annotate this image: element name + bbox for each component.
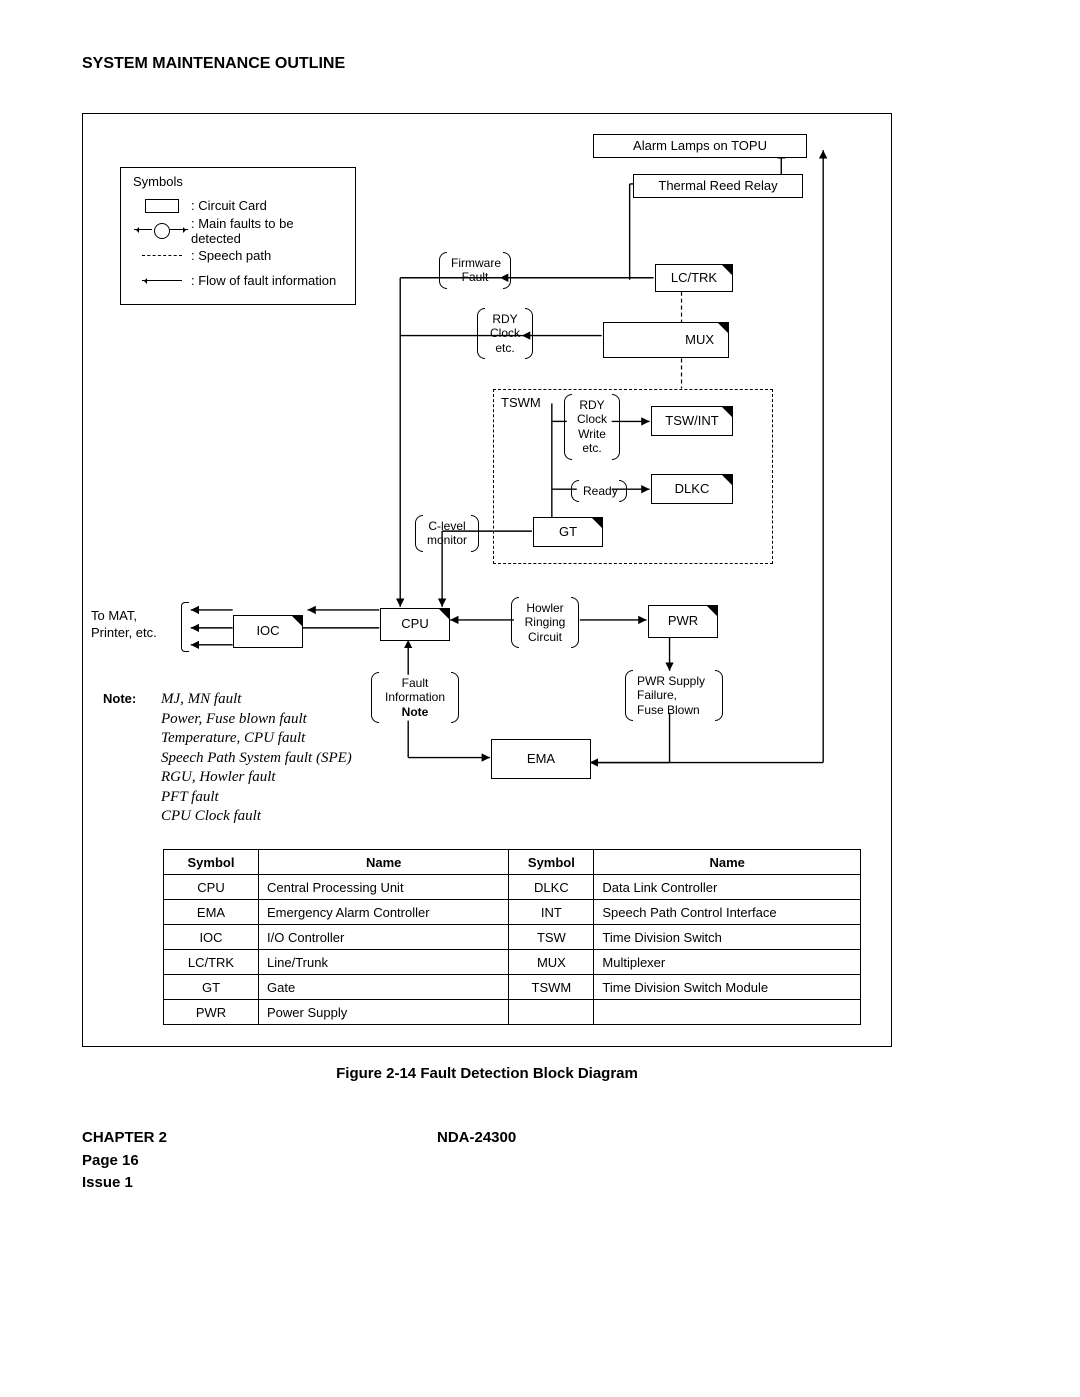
footer-page: Page 16 [82,1150,437,1173]
table-row: PWRPower Supply [164,1000,861,1025]
to-mat-label: To MAT, Printer, etc. [91,608,157,642]
table-cell: Central Processing Unit [259,875,509,900]
table-cell: IOC [164,925,259,950]
node-gt: GT [533,517,603,547]
table-cell: TSWM [509,975,594,1000]
th-symbol1: Symbol [164,850,259,875]
node-alarm-lamps: Alarm Lamps on TOPU [593,134,807,158]
table-cell: CPU [164,875,259,900]
arrow-icon [142,280,182,281]
legend-title: Symbols [133,174,347,189]
table-cell: LC/TRK [164,950,259,975]
legend-label: : Speech path [191,248,271,263]
legend-row-speech: : Speech path [133,243,347,268]
table-cell: INT [509,900,594,925]
table-cell: Time Division Switch Module [594,975,861,1000]
table-cell: I/O Controller [259,925,509,950]
table-cell: Multiplexer [594,950,861,975]
symbol-table: Symbol Name Symbol Name CPUCentral Proce… [163,849,861,1025]
legend-label: : Main faults to be detected [191,216,347,246]
footer-docnum: NDA-24300 [437,1127,516,1150]
table-cell: Time Division Switch [594,925,861,950]
footer-chapter: CHAPTER 2 [82,1127,437,1150]
th-name1: Name [259,850,509,875]
table-cell: Speech Path Control Interface [594,900,861,925]
node-cpu: CPU [380,608,450,641]
table-cell: Gate [259,975,509,1000]
table-header-row: Symbol Name Symbol Name [164,850,861,875]
table-row: EMAEmergency Alarm ControllerINTSpeech P… [164,900,861,925]
bubble-pwr-supply: PWR Supply Failure, Fuse Blown [631,672,717,719]
legend-box: Symbols : Circuit Card : Main faults to … [120,167,356,305]
table-cell: GT [164,975,259,1000]
table-cell: TSW [509,925,594,950]
bubble-rdy-clock-write: RDY Clock Write etc. [570,396,614,458]
node-tsw-int: TSW/INT [651,406,733,436]
page-header: SYSTEM MAINTENANCE OUTLINE [82,55,982,73]
legend-row-faults: : Main faults to be detected [133,218,347,243]
note-label: Note: [103,691,136,708]
table-cell: PWR [164,1000,259,1025]
bubble-howler: Howler Ringing Circuit [517,599,573,646]
note-body: MJ, MN fault Power, Fuse blown fault Tem… [161,690,352,827]
legend-row-flow: : Flow of fault information [133,268,347,293]
legend-row-card: : Circuit Card [133,193,347,218]
diagram-frame: Symbols : Circuit Card : Main faults to … [82,113,892,1047]
table-cell: Data Link Controller [594,875,861,900]
circle-arrows-icon [136,223,188,239]
figure-caption: Figure 2-14 Fault Detection Block Diagra… [82,1065,892,1082]
table-cell [594,1000,861,1025]
rect-icon [145,199,179,213]
table-cell: Power Supply [259,1000,509,1025]
node-ioc: IOC [233,615,303,648]
legend-label: : Circuit Card [191,198,267,213]
legend-label: : Flow of fault information [191,273,336,288]
table-cell: DLKC [509,875,594,900]
bubble-ready: Ready [577,482,621,500]
table-cell: Emergency Alarm Controller [259,900,509,925]
bracket-icon [181,602,189,652]
node-lc-trk: LC/TRK [655,264,733,292]
table-row: IOCI/O ControllerTSWTime Division Switch [164,925,861,950]
page-footer: CHAPTER 2 Page 16 Issue 1 NDA-24300 [82,1127,982,1195]
table-row: LC/TRKLine/TrunkMUXMultiplexer [164,950,861,975]
bubble-clevel: C-level monitor [421,517,473,550]
table-cell: MUX [509,950,594,975]
bubble-firmware: Firmware Fault [445,254,505,287]
tswm-label: TSWM [501,395,541,412]
table-row: GTGateTSWMTime Division Switch Module [164,975,861,1000]
node-dlkc: DLKC [651,474,733,504]
node-thermal-reed: Thermal Reed Relay [633,174,803,198]
th-symbol2: Symbol [509,850,594,875]
node-mux: MUX [603,322,729,358]
table-cell [509,1000,594,1025]
footer-issue: Issue 1 [82,1172,437,1195]
bubble-fault-info: Fault InformationNote [377,674,453,721]
th-name2: Name [594,850,861,875]
bubble-rdy-clock: RDY Clock etc. [483,310,527,357]
table-cell: Line/Trunk [259,950,509,975]
dash-icon [142,255,182,256]
node-pwr: PWR [648,605,718,638]
table-cell: EMA [164,900,259,925]
node-ema: EMA [491,739,591,779]
table-row: CPUCentral Processing UnitDLKCData Link … [164,875,861,900]
